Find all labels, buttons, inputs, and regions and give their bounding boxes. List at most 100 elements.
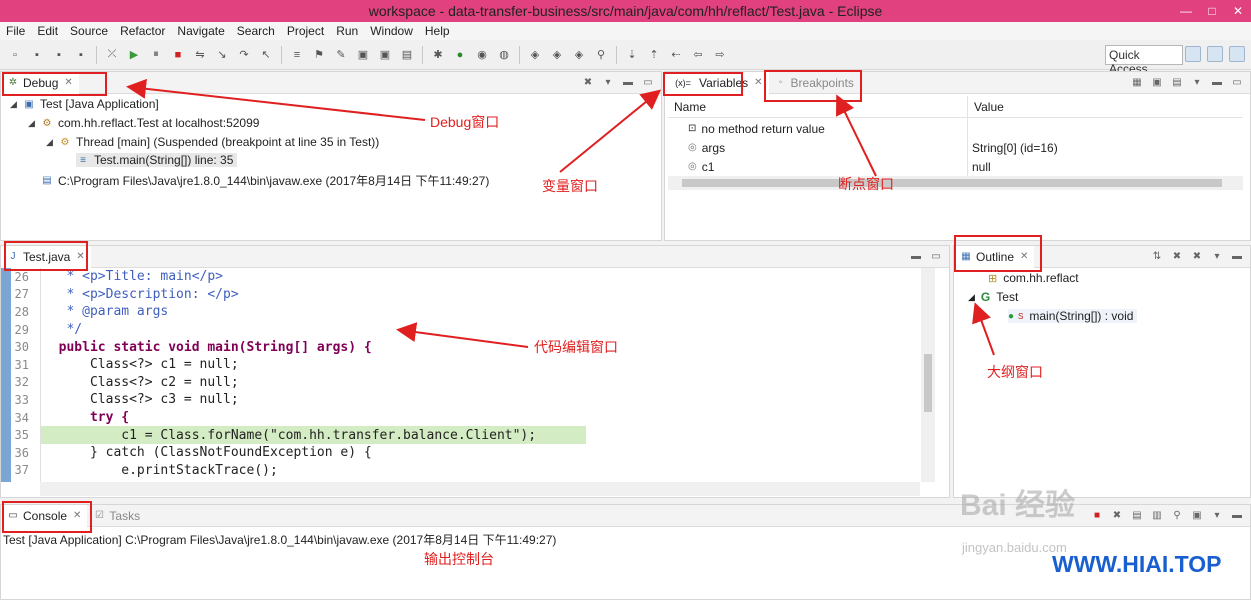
tree-item-application[interactable]: ◢ ▣ Test [Java Application]: [10, 97, 159, 111]
minimize-view-icon[interactable]: ▬: [621, 75, 635, 89]
collapse-all-icon[interactable]: ▣: [1150, 75, 1164, 89]
highlight-box-editor: [4, 241, 88, 271]
remove-terminated-icon[interactable]: ✖: [581, 75, 595, 89]
menu-search[interactable]: Search: [231, 24, 281, 38]
collapse-icon[interactable]: ◢: [10, 99, 20, 110]
menu-help[interactable]: Help: [419, 24, 456, 38]
minimize-view-icon[interactable]: ▬: [909, 249, 923, 263]
search-icon[interactable]: ⚲: [593, 47, 609, 63]
terminate-icon[interactable]: ■: [170, 47, 186, 63]
editor-vscrollbar[interactable]: [921, 268, 935, 482]
column-name[interactable]: Name: [674, 100, 706, 114]
step-into-icon[interactable]: ↘: [214, 47, 230, 63]
open-resource-icon[interactable]: ▣: [377, 47, 393, 63]
open-perspective-icon[interactable]: [1185, 46, 1201, 62]
save-all-icon[interactable]: ▪: [51, 47, 67, 63]
open-type-icon[interactable]: ▣: [355, 47, 371, 63]
editor-hscrollbar[interactable]: [40, 482, 920, 496]
variable-row[interactable]: ◎ c1 null: [668, 157, 1243, 176]
collapse-icon[interactable]: ◢: [28, 118, 38, 129]
minimize-view-icon[interactable]: ▬: [1230, 249, 1244, 263]
menu-file[interactable]: File: [0, 24, 31, 38]
terminate-console-icon[interactable]: ■: [1090, 508, 1104, 522]
disconnect-icon[interactable]: ⇋: [192, 47, 208, 63]
debug-perspective-icon[interactable]: [1207, 46, 1223, 62]
new-package-icon[interactable]: ◈: [549, 47, 565, 63]
new-class-icon[interactable]: ◈: [571, 47, 587, 63]
skip-breakpoints-icon[interactable]: ⤫: [104, 47, 120, 63]
toggle-icon[interactable]: ✎: [333, 47, 349, 63]
outline-item-method[interactable]: ● S main(String[]) : void: [1008, 309, 1138, 323]
pin-console-icon[interactable]: ⚲: [1170, 508, 1184, 522]
print-icon[interactable]: ▪: [73, 47, 89, 63]
outline-item-package[interactable]: ⊞ com.hh.reflact: [988, 271, 1079, 285]
new-icon[interactable]: ▫: [7, 47, 23, 63]
sort-icon[interactable]: ⇅: [1150, 249, 1164, 263]
view-menu-icon[interactable]: ▾: [1210, 249, 1224, 263]
hide-static-icon[interactable]: ✖: [1190, 249, 1204, 263]
last-edit-icon[interactable]: ⇠: [668, 47, 684, 63]
menu-window[interactable]: Window: [364, 24, 419, 38]
java-perspective-icon[interactable]: [1229, 46, 1245, 62]
prev-annotation-icon[interactable]: ⇡: [646, 47, 662, 63]
console-icon[interactable]: ▤: [399, 47, 415, 63]
display-console-icon[interactable]: ▣: [1190, 508, 1204, 522]
use-step-filters-icon[interactable]: ⚑: [311, 47, 327, 63]
variables-hscrollbar[interactable]: [668, 176, 1243, 190]
remove-launch-icon[interactable]: ✖: [1110, 508, 1124, 522]
tab-tasks[interactable]: ☑ Tasks: [87, 505, 146, 527]
step-over-icon[interactable]: ↷: [236, 47, 252, 63]
variable-row[interactable]: ⊡ no method return value: [668, 119, 1243, 138]
column-value[interactable]: Value: [974, 100, 1004, 114]
forward-icon[interactable]: ⇨: [712, 47, 728, 63]
back-icon[interactable]: ⇦: [690, 47, 706, 63]
open-console-icon[interactable]: ▾: [1210, 508, 1224, 522]
suspend-icon[interactable]: ⏸: [148, 47, 164, 63]
menu-edit[interactable]: Edit: [31, 24, 64, 38]
maximize-view-icon[interactable]: ▭: [929, 249, 943, 263]
maximize-button[interactable]: □: [1199, 0, 1225, 22]
hide-fields-icon[interactable]: ✖: [1170, 249, 1184, 263]
collapse-icon[interactable]: ◢: [46, 137, 56, 148]
code-editor[interactable]: 26 * <p>Title: main</p> 27 * <p>Descript…: [1, 268, 948, 482]
static-marker: S: [1018, 311, 1024, 321]
tree-item-stack-frame[interactable]: ≡ Test.main(String[]) line: 35: [76, 153, 238, 167]
save-icon[interactable]: ▪: [29, 47, 45, 63]
scroll-lock-icon[interactable]: ▥: [1150, 508, 1164, 522]
external-tools-icon[interactable]: ◍: [496, 47, 512, 63]
drop-to-frame-icon[interactable]: ≡: [289, 47, 305, 63]
minimize-view-icon[interactable]: ▬: [1210, 75, 1224, 89]
outline-item-class[interactable]: ◢ G Test: [968, 290, 1018, 304]
maximize-view-icon[interactable]: ▭: [1230, 75, 1244, 89]
maximize-view-icon[interactable]: ▭: [641, 75, 655, 89]
close-icon[interactable]: ✕: [754, 77, 762, 88]
menu-navigate[interactable]: Navigate: [171, 24, 230, 38]
menu-project[interactable]: Project: [281, 24, 330, 38]
scroll-thumb[interactable]: [924, 354, 932, 412]
resume-icon[interactable]: ▶: [126, 47, 142, 63]
collapse-icon[interactable]: ◢: [968, 292, 975, 303]
tree-item-thread[interactable]: ◢ ⚙ Thread [main] (Suspended (breakpoint…: [46, 135, 379, 149]
view-menu-icon[interactable]: ▾: [601, 75, 615, 89]
scroll-thumb[interactable]: [682, 179, 1222, 187]
menu-source[interactable]: Source: [64, 24, 114, 38]
step-return-icon[interactable]: ↖: [258, 47, 274, 63]
tree-item-target[interactable]: ◢ ⚙ com.hh.reflact.Test at localhost:520…: [28, 116, 259, 130]
clear-console-icon[interactable]: ▤: [1130, 508, 1144, 522]
tree-item-process[interactable]: ▤ C:\Program Files\Java\jre1.8.0_144\bin…: [40, 172, 489, 189]
debug-run-icon[interactable]: ✱: [430, 47, 446, 63]
minimize-view-icon[interactable]: ▬: [1230, 508, 1244, 522]
run-icon[interactable]: ●: [452, 47, 468, 63]
view-menu-icon[interactable]: ▾: [1190, 75, 1204, 89]
menu-refactor[interactable]: Refactor: [114, 24, 171, 38]
quick-access-input[interactable]: Quick Access: [1105, 45, 1183, 76]
variable-row[interactable]: ◎ args String[0] (id=16): [668, 138, 1243, 157]
close-window-button[interactable]: ✕: [1225, 0, 1251, 22]
next-annotation-icon[interactable]: ⇣: [624, 47, 640, 63]
menu-run[interactable]: Run: [330, 24, 364, 38]
minimize-button[interactable]: —: [1173, 0, 1199, 22]
layout-icon[interactable]: ▤: [1170, 75, 1184, 89]
show-type-names-icon[interactable]: ▦: [1130, 75, 1144, 89]
coverage-icon[interactable]: ◉: [474, 47, 490, 63]
new-java-project-icon[interactable]: ◈: [527, 47, 543, 63]
